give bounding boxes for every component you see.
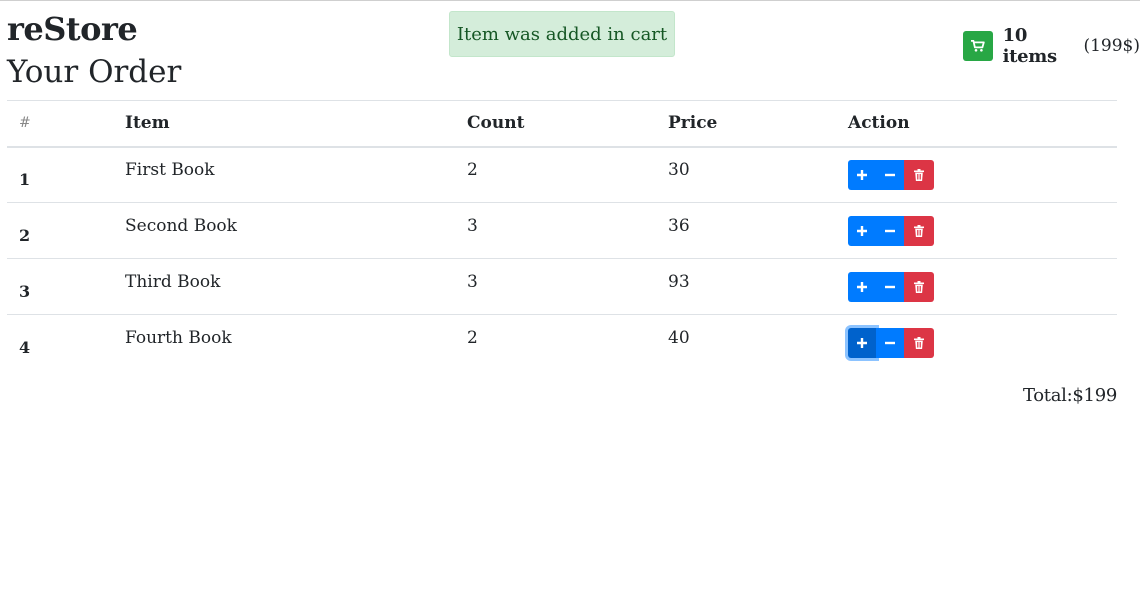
item-name: Second Book	[113, 202, 455, 259]
item-actions	[836, 315, 1117, 371]
item-count: 2	[455, 146, 656, 203]
table-row: 2 Second Book 3 36	[7, 202, 1117, 259]
increase-quantity-button[interactable]	[848, 159, 876, 190]
item-price: 93	[656, 258, 836, 315]
item-count: 3	[455, 258, 656, 315]
increase-quantity-button[interactable]	[848, 327, 876, 358]
plus-icon	[856, 225, 868, 237]
plus-icon	[856, 281, 868, 293]
item-name: Fourth Book	[125, 327, 232, 348]
row-number: 1	[7, 146, 113, 203]
minus-icon	[884, 337, 896, 349]
column-header-price: Price	[656, 100, 836, 148]
notification-text: Item was added in cart	[456, 23, 668, 45]
remove-item-button[interactable]	[904, 327, 934, 358]
item-price: 40	[668, 327, 690, 348]
item-count: 2	[467, 327, 478, 348]
column-header-item: Item	[113, 100, 455, 148]
item-actions	[836, 146, 1117, 203]
column-header-action: Action	[836, 100, 1117, 148]
table-row: 1 First Book 2 30	[7, 146, 1117, 203]
item-actions	[836, 202, 1117, 259]
cart-item-count: 10 items	[1002, 25, 1058, 67]
decrease-quantity-button[interactable]	[876, 271, 904, 302]
action-button-group	[848, 327, 1105, 358]
remove-item-button[interactable]	[904, 271, 934, 302]
added-to-cart-notification: Item was added in cart	[449, 11, 675, 57]
action-button-group	[848, 215, 1105, 246]
column-header-number: #	[7, 100, 113, 148]
order-total: Total:$199	[1022, 385, 1117, 406]
order-table: # Item Count Price Action 1 First Book 2 30…	[7, 100, 1117, 371]
item-price: 30	[656, 146, 836, 203]
item-name: First Book	[113, 146, 455, 203]
action-button-group	[848, 271, 1105, 302]
item-count: 3	[455, 202, 656, 259]
minus-icon	[884, 281, 896, 293]
item-actions	[836, 258, 1117, 315]
decrease-quantity-button[interactable]	[876, 215, 904, 246]
remove-item-button[interactable]	[904, 159, 934, 190]
cart-total-price: (199$)	[1083, 36, 1140, 56]
table-header-row: # Item Count Price Action	[7, 100, 1117, 148]
row-number: 3	[7, 258, 113, 315]
trash-icon	[914, 280, 924, 293]
table-row: 3 Third Book 3 93	[7, 258, 1117, 315]
item-price: 36	[656, 202, 836, 259]
cart-summary[interactable]: 10 items (199$)	[963, 25, 1140, 67]
remove-item-button[interactable]	[904, 215, 934, 246]
row-number: 4	[19, 338, 31, 358]
trash-icon	[914, 336, 924, 349]
decrease-quantity-button[interactable]	[876, 159, 904, 190]
item-name: Third Book	[113, 258, 455, 315]
row-number: 2	[7, 202, 113, 259]
decrease-quantity-button[interactable]	[876, 327, 904, 358]
table-row: 4 Fourth Book 2 40	[7, 315, 1117, 371]
action-button-group	[848, 159, 1105, 190]
shopping-cart-icon	[970, 40, 985, 52]
page-title: Your Order	[7, 54, 182, 90]
column-header-count: Count	[455, 100, 656, 148]
plus-icon	[856, 169, 868, 181]
increase-quantity-button[interactable]	[848, 271, 876, 302]
trash-icon	[914, 168, 924, 181]
plus-icon	[856, 337, 868, 349]
increase-quantity-button[interactable]	[848, 215, 876, 246]
brand-logo[interactable]: reStore	[7, 11, 138, 48]
cart-button[interactable]	[963, 31, 993, 61]
minus-icon	[884, 169, 896, 181]
trash-icon	[914, 224, 924, 237]
minus-icon	[884, 225, 896, 237]
